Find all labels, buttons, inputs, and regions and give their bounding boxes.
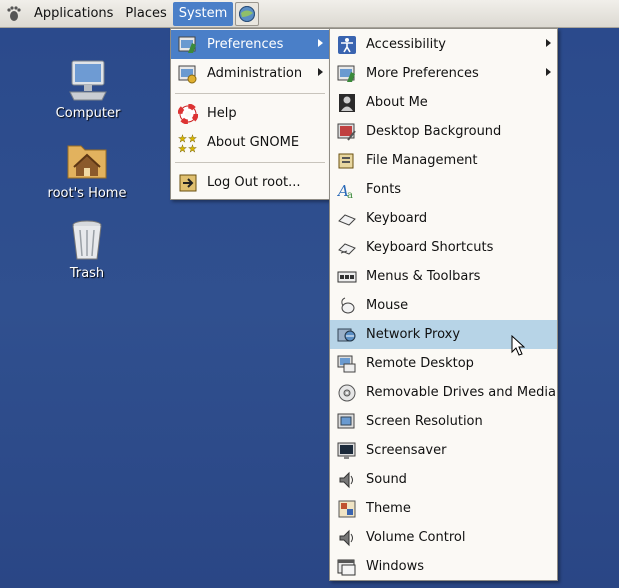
desktop-icon-label: Computer bbox=[55, 106, 121, 121]
submenu-arrow-icon bbox=[546, 39, 551, 47]
menu-item-desktop-background[interactable]: Desktop Background bbox=[330, 117, 557, 146]
menu-item-label: Theme bbox=[366, 501, 411, 516]
menu-item-label: More Preferences bbox=[366, 66, 479, 81]
menu-item-label: Log Out root... bbox=[207, 175, 301, 190]
menu-item-label: Screensaver bbox=[366, 443, 447, 458]
menu-item-label: Screen Resolution bbox=[366, 414, 483, 429]
menu-item-label: Volume Control bbox=[366, 530, 466, 545]
submenu-arrow-icon bbox=[546, 68, 551, 76]
desktop-icon-trash[interactable]: Trash bbox=[42, 216, 132, 281]
menu-item-screensaver[interactable]: Screensaver bbox=[330, 436, 557, 465]
menu-item-fonts[interactable]: Aa Fonts bbox=[330, 175, 557, 204]
desktop-background-icon bbox=[336, 121, 358, 143]
fonts-icon: Aa bbox=[336, 179, 358, 201]
menu-item-keyboard-shortcuts[interactable]: Keyboard Shortcuts bbox=[330, 233, 557, 262]
preferences-submenu: Accessibility More Preferences About Me Des… bbox=[329, 28, 558, 581]
menus-toolbars-icon bbox=[336, 266, 358, 288]
log-out-icon bbox=[177, 172, 199, 194]
submenu-arrow-icon bbox=[318, 68, 323, 76]
menu-item-help[interactable]: Help bbox=[171, 99, 329, 128]
menu-item-label: Keyboard Shortcuts bbox=[366, 240, 494, 255]
menu-item-label: Network Proxy bbox=[366, 327, 461, 342]
administration-icon bbox=[177, 63, 199, 85]
keyboard-icon bbox=[336, 208, 358, 230]
web-browser-launcher-icon[interactable] bbox=[235, 1, 260, 26]
menu-item-label: Removable Drives and Media bbox=[366, 385, 556, 400]
network-proxy-icon bbox=[336, 324, 358, 346]
mouse-pointer-icon bbox=[511, 335, 525, 356]
menu-item-sound[interactable]: Sound bbox=[330, 465, 557, 494]
menu-separator bbox=[175, 162, 325, 163]
removable-drives-icon bbox=[336, 382, 358, 404]
sound-icon bbox=[336, 469, 358, 491]
menu-item-label: Accessibility bbox=[366, 37, 446, 52]
volume-control-icon bbox=[336, 527, 358, 549]
about-me-icon bbox=[336, 92, 358, 114]
menu-item-label: Menus & Toolbars bbox=[366, 269, 481, 284]
menu-item-label: Administration bbox=[207, 66, 303, 81]
mouse-icon bbox=[336, 295, 358, 317]
home-folder-icon bbox=[67, 145, 107, 179]
menu-item-label: Sound bbox=[366, 472, 407, 487]
menu-item-label: File Management bbox=[366, 153, 478, 168]
menu-item-label: Remote Desktop bbox=[366, 356, 474, 371]
trash-icon bbox=[72, 220, 102, 260]
menu-item-label: Help bbox=[207, 106, 237, 121]
menu-item-label: About Me bbox=[366, 95, 428, 110]
menu-item-log-out[interactable]: Log Out root... bbox=[171, 168, 329, 197]
remote-desktop-icon bbox=[336, 353, 358, 375]
theme-icon bbox=[336, 498, 358, 520]
menu-item-label: Preferences bbox=[207, 37, 284, 52]
accessibility-icon bbox=[336, 34, 358, 56]
menu-item-screen-resolution[interactable]: Screen Resolution bbox=[330, 407, 557, 436]
screen-resolution-icon bbox=[336, 411, 358, 433]
svg-text:★: ★ bbox=[178, 144, 187, 153]
menu-item-windows[interactable]: Windows bbox=[330, 552, 557, 581]
menu-item-about-me[interactable]: About Me bbox=[330, 88, 557, 117]
system-dropdown-menu: Preferences Administration Help ★ ★ ★ ★ … bbox=[170, 28, 330, 200]
file-management-icon bbox=[336, 150, 358, 172]
menu-item-label: Desktop Background bbox=[366, 124, 502, 139]
gnome-foot-icon[interactable] bbox=[4, 4, 24, 24]
menu-item-label: Mouse bbox=[366, 298, 409, 313]
help-lifebuoy-icon bbox=[177, 103, 199, 125]
menu-item-file-management[interactable]: File Management bbox=[330, 146, 557, 175]
menu-separator bbox=[175, 93, 325, 94]
menu-item-label: About GNOME bbox=[207, 135, 300, 150]
menu-item-menus-toolbars[interactable]: Menus & Toolbars bbox=[330, 262, 557, 291]
menu-item-label: Fonts bbox=[366, 182, 402, 197]
svg-text:★: ★ bbox=[188, 144, 197, 153]
svg-text:a: a bbox=[347, 190, 353, 200]
menu-item-mouse[interactable]: Mouse bbox=[330, 291, 557, 320]
more-preferences-icon bbox=[336, 63, 358, 85]
menu-item-accessibility[interactable]: Accessibility bbox=[330, 30, 557, 59]
desktop-icon-computer[interactable]: Computer bbox=[43, 56, 133, 121]
keyboard-shortcuts-icon bbox=[336, 237, 358, 259]
applications-menu[interactable]: Applications bbox=[28, 2, 119, 26]
windows-icon bbox=[336, 556, 358, 578]
menu-item-theme[interactable]: Theme bbox=[330, 494, 557, 523]
preferences-icon bbox=[177, 34, 199, 56]
submenu-arrow-icon bbox=[318, 39, 323, 47]
menu-item-more-preferences[interactable]: More Preferences bbox=[330, 59, 557, 88]
desktop-icon-home[interactable]: root's Home bbox=[42, 136, 132, 201]
menu-item-administration[interactable]: Administration bbox=[171, 59, 329, 88]
menu-item-about-gnome[interactable]: ★ ★ ★ ★ About GNOME bbox=[171, 128, 329, 157]
menu-item-label: Windows bbox=[366, 559, 425, 574]
menu-item-keyboard[interactable]: Keyboard bbox=[330, 204, 557, 233]
places-menu[interactable]: Places bbox=[119, 2, 172, 26]
computer-icon bbox=[69, 60, 107, 101]
menu-item-volume-control[interactable]: Volume Control bbox=[330, 523, 557, 552]
about-gnome-stars-icon: ★ ★ ★ ★ bbox=[177, 132, 199, 154]
desktop-icon-label: root's Home bbox=[47, 186, 127, 201]
screensaver-icon bbox=[336, 440, 358, 462]
system-menu[interactable]: System bbox=[172, 1, 234, 26]
menu-item-label: Keyboard bbox=[366, 211, 428, 226]
desktop-icon-label: Trash bbox=[69, 266, 105, 281]
menu-item-preferences[interactable]: Preferences bbox=[171, 30, 329, 59]
top-panel: Applications Places System bbox=[0, 0, 619, 28]
menu-item-removable-drives-and-media[interactable]: Removable Drives and Media bbox=[330, 378, 557, 407]
